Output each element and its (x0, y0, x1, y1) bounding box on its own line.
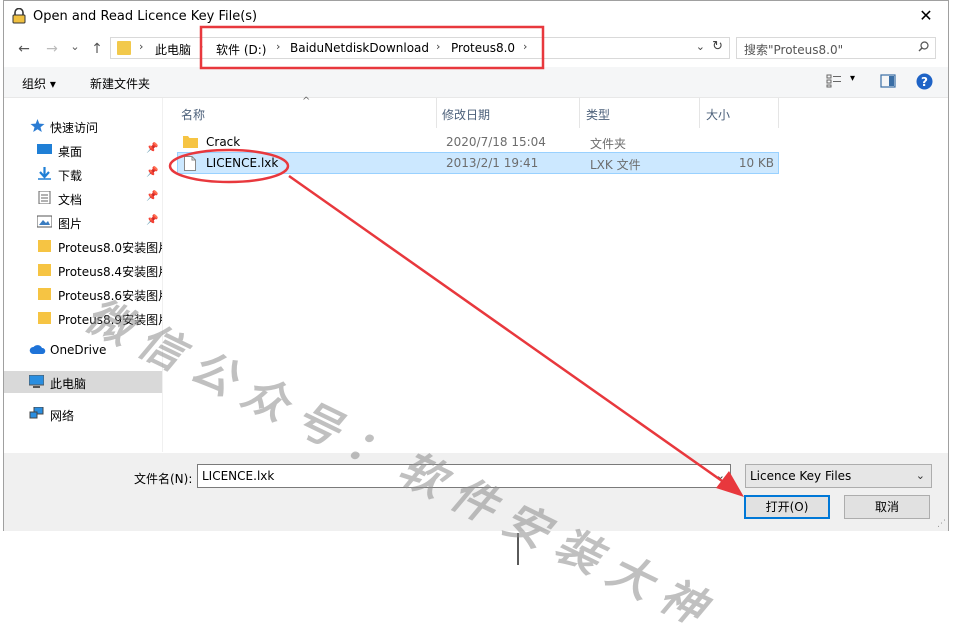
cancel-button[interactable]: 取消 (844, 495, 930, 519)
breadcrumb-drive-d[interactable]: 软件 (D:) (216, 41, 266, 58)
command-toolbar: 组织 ▾ 新建文件夹 ▾ ? (4, 67, 948, 98)
open-button[interactable]: 打开(O) (744, 495, 830, 519)
file-type: LXK 文件 (590, 158, 641, 172)
new-folder-button[interactable]: 新建文件夹 (90, 75, 150, 92)
refresh-icon[interactable]: ↻ (712, 39, 723, 54)
title-bar: Open and Read Licence Key File(s) ✕ (4, 1, 948, 33)
resize-grip-icon[interactable]: ⋰ (937, 519, 946, 529)
filename-label: 文件名(N): (134, 472, 193, 486)
sidebar-item-network[interactable]: 网络 (4, 403, 162, 425)
lock-icon (12, 8, 26, 24)
column-divider[interactable] (699, 98, 700, 128)
chevron-right-icon: › (276, 40, 281, 53)
sidebar-item-label: 此电脑 (50, 377, 87, 391)
folder-icon (38, 240, 51, 252)
breadcrumb-baidunetdisk[interactable]: BaiduNetdiskDownload (290, 41, 429, 55)
preview-pane-icon[interactable] (880, 74, 896, 88)
search-icon[interactable] (918, 41, 929, 52)
file-date: 2013/2/1 19:41 (446, 156, 539, 170)
file-name: LICENCE.lxk (206, 156, 279, 170)
filename-value: LICENCE.lxk (202, 469, 275, 483)
pin-icon: 📌 (146, 191, 159, 202)
chevron-right-icon: › (523, 40, 528, 53)
forward-arrow-icon[interactable]: → (41, 38, 63, 60)
svg-text:?: ? (921, 75, 928, 89)
download-icon (38, 167, 51, 180)
cloud-icon (29, 345, 46, 354)
chevron-right-icon: › (436, 40, 441, 53)
search-box[interactable]: 搜索"Proteus8.0" (736, 37, 936, 59)
organize-menu[interactable]: 组织 ▾ (22, 75, 56, 92)
sidebar-item-label: 下载 (58, 169, 83, 183)
view-options-icon[interactable] (826, 74, 842, 88)
open-file-dialog: Open and Read Licence Key File(s) ✕ ← → … (3, 0, 949, 531)
chevron-down-icon[interactable]: ⌄ (916, 469, 925, 482)
star-icon (30, 119, 45, 132)
folder-icon (38, 312, 51, 324)
picture-icon (37, 215, 52, 228)
folder-icon (183, 136, 198, 148)
chevron-right-icon: › (199, 40, 204, 53)
column-header-size[interactable]: 大小 (706, 106, 730, 123)
sidebar-item-this-pc[interactable]: 此电脑 (4, 371, 162, 393)
file-type: 文件夹 (590, 137, 627, 151)
up-arrow-icon[interactable]: ↑ (86, 38, 108, 60)
folder-icon (117, 41, 131, 55)
sidebar-item-downloads[interactable]: 下载 📌 (4, 163, 162, 185)
sidebar-item-desktop[interactable]: 桌面 📌 (4, 139, 162, 161)
search-input[interactable]: 搜索"Proteus8.0" (744, 41, 843, 58)
navigation-pane: 快速访问 桌面 📌 下载 📌 文档 📌 图片 📌 Proteus8.0安装图片 (4, 98, 162, 452)
chevron-down-icon[interactable]: ⌄ (696, 40, 705, 53)
window-title: Open and Read Licence Key File(s) (33, 9, 258, 24)
document-icon (38, 191, 51, 204)
sidebar-item-quick-access[interactable]: 快速访问 (4, 115, 162, 137)
table-row[interactable]: LICENCE.lxk 2013/2/1 19:41 LXK 文件 10 KB (177, 152, 779, 174)
close-button[interactable]: ✕ (904, 1, 948, 31)
column-header-date[interactable]: 修改日期 (442, 106, 490, 123)
desktop-icon (37, 144, 52, 154)
back-arrow-icon[interactable]: ← (13, 38, 35, 60)
chevron-down-icon[interactable]: ▾ (850, 73, 855, 84)
column-header-name[interactable]: 名称 (181, 106, 205, 123)
sidebar-item-folder[interactable]: Proteus8.0安装图片 (4, 235, 162, 257)
sidebar-item-documents[interactable]: 文档 📌 (4, 187, 162, 209)
sidebar-item-label: Proteus8.0安装图片 (58, 241, 162, 255)
breadcrumb-this-pc[interactable]: 此电脑 (155, 41, 191, 58)
breadcrumb-proteus80[interactable]: Proteus8.0 (451, 41, 515, 55)
chevron-right-icon: › (139, 40, 144, 53)
sidebar-item-label: 文档 (58, 193, 83, 207)
chevron-down-icon[interactable]: ⌄ (716, 469, 725, 482)
sidebar-item-label: 网络 (50, 409, 75, 423)
help-icon[interactable]: ? (916, 73, 933, 90)
pane-divider[interactable] (162, 98, 163, 452)
pin-icon: 📌 (146, 215, 159, 226)
filter-value: Licence Key Files (750, 469, 852, 483)
file-size: 10 KB (738, 156, 774, 170)
sort-ascending-icon: ^ (302, 96, 311, 107)
pin-icon: 📌 (146, 167, 159, 178)
file-name: Crack (206, 135, 241, 149)
recent-locations-icon[interactable]: ⌄ (64, 36, 86, 58)
sidebar-item-label: 快速访问 (50, 121, 99, 135)
column-divider[interactable] (579, 98, 580, 128)
column-divider[interactable] (436, 98, 437, 128)
sidebar-item-label: Proteus8.4安装图片 (58, 265, 162, 279)
folder-icon (38, 264, 51, 276)
sidebar-item-pictures[interactable]: 图片 📌 (4, 211, 162, 233)
column-divider[interactable] (778, 98, 779, 128)
pin-icon: 📌 (146, 143, 159, 154)
file-date: 2020/7/18 15:04 (446, 135, 546, 149)
network-icon (29, 407, 44, 419)
sidebar-item-folder[interactable]: Proteus8.4安装图片 (4, 259, 162, 281)
folder-icon (38, 288, 51, 300)
sidebar-item-label: 图片 (58, 217, 83, 231)
column-header-type[interactable]: 类型 (586, 106, 610, 123)
file-type-filter[interactable]: Licence Key Files ⌄ (745, 464, 932, 488)
file-icon (184, 156, 196, 171)
sidebar-item-label: 桌面 (58, 145, 83, 159)
address-bar[interactable]: › 此电脑 › 软件 (D:) › BaiduNetdiskDownload ›… (110, 37, 730, 59)
table-row[interactable]: Crack 2020/7/18 15:04 文件夹 (177, 131, 779, 153)
computer-icon (29, 375, 44, 388)
